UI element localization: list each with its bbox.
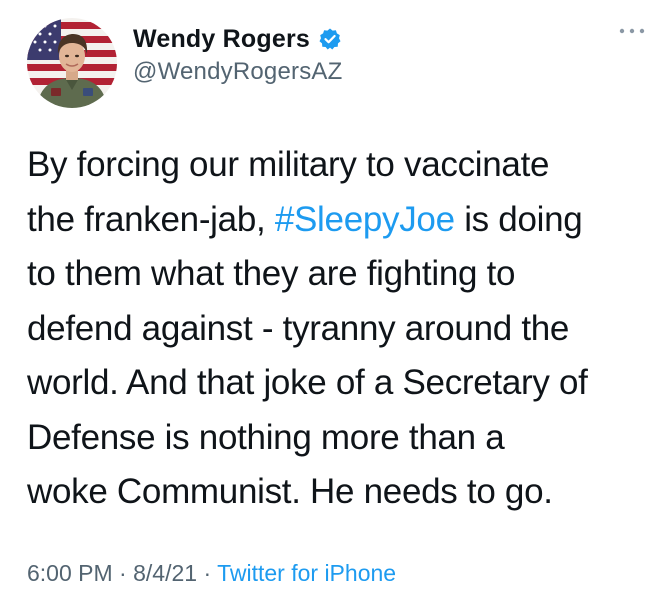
tweet-line-text: Defense is nothing more than a	[27, 417, 505, 457]
hashtag-link[interactable]: #SleepyJoe	[275, 200, 455, 239]
tweet-line: Defense is nothing more than a	[27, 411, 647, 466]
verified-badge-icon	[318, 27, 342, 51]
meta-separator: ·	[112, 560, 134, 586]
tweet-line-text: the franken-jab,	[27, 199, 275, 239]
tweet-card: Wendy Rogers @WendyRogersAZ By forcing o…	[0, 0, 670, 603]
tweet-line-text: to them what they are fighting to	[27, 254, 516, 293]
tweet-line: defend against - tyranny around the	[27, 302, 647, 357]
tweet-line: By forcing our military to vaccinate	[27, 138, 647, 193]
meta-separator: ·	[197, 560, 218, 586]
tweet-date[interactable]: 8/4/21	[133, 560, 197, 586]
more-options-icon[interactable]	[617, 24, 647, 38]
author-handle[interactable]: @WendyRogersAZ	[133, 58, 342, 86]
tweet-time[interactable]: 6:00 PM	[27, 560, 113, 586]
tweet-header: Wendy Rogers @WendyRogersAZ	[27, 18, 647, 110]
tweet-line: the franken-jab, #SleepyJoe is doing	[27, 193, 647, 248]
tweet-metadata: 6:00 PM · 8/4/21 · Twitter for iPhone	[27, 560, 396, 587]
tweet-line-text: woke Communist. He needs to go.	[27, 472, 553, 511]
display-name-row: Wendy Rogers	[133, 22, 342, 56]
avatar[interactable]	[27, 18, 117, 108]
avatar-image	[27, 18, 117, 108]
tweet-line-text: world. And that joke of a Secretary of	[27, 363, 588, 402]
tweet-text: By forcing our military to vaccinate the…	[27, 138, 647, 520]
tweet-line: world. And that joke of a Secretary of	[27, 356, 647, 411]
tweet-line-text: is doing	[454, 199, 583, 239]
tweet-line-text: By forcing our military to vaccinate	[27, 145, 550, 184]
tweet-line-text: defend against - tyranny around the	[27, 308, 570, 348]
tweet-line: woke Communist. He needs to go.	[27, 465, 647, 520]
tweet-line: to them what they are fighting to	[27, 247, 647, 302]
tweet-source-link[interactable]: Twitter for iPhone	[217, 560, 396, 586]
author-info: Wendy Rogers @WendyRogersAZ	[133, 22, 342, 86]
display-name[interactable]: Wendy Rogers	[133, 25, 310, 54]
